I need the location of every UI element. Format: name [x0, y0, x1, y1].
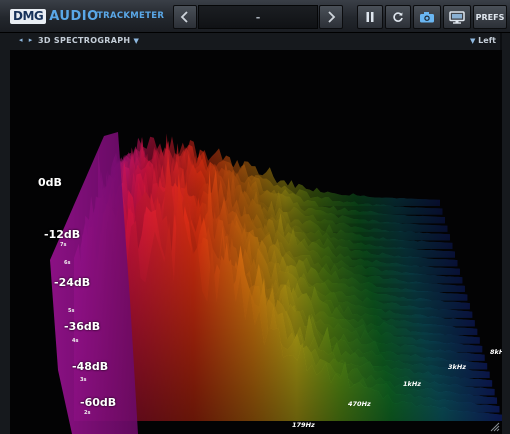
channel-label: Left [478, 36, 496, 45]
dmg-audio-logo: DMG AUDIO [10, 8, 99, 24]
display-button[interactable] [443, 5, 471, 29]
chevron-right-icon [328, 11, 336, 23]
freq-label-179hz: 179Hz [292, 421, 315, 429]
time-label-6s: 6s [64, 260, 71, 266]
snapshot-button[interactable] [413, 5, 441, 29]
right-frame [502, 33, 510, 434]
freq-label-470hz: 470Hz [348, 400, 371, 408]
next-preset-button[interactable] [319, 5, 343, 29]
db-label-36: -36dB [64, 320, 101, 333]
freq-label-3khz: 3kHz [448, 363, 467, 371]
freq-label-1khz: 1kHz [403, 380, 422, 388]
chevron-left-icon [180, 11, 188, 23]
toolbar: DMG AUDIO TRACKMETER - PREFS [0, 0, 510, 33]
db-label-24: -24dB [54, 276, 91, 289]
channel-select[interactable]: ▼ Left [470, 36, 496, 45]
prefs-label: PREFS [475, 12, 505, 22]
db-label-60: -60dB [80, 396, 117, 409]
camera-icon [420, 12, 434, 23]
logo-audio: AUDIO [49, 8, 99, 24]
time-label-4s: 4s [72, 338, 79, 344]
view-mode-label: 3D SPECTROGRAPH [38, 36, 131, 45]
resize-grip-icon[interactable] [488, 420, 500, 432]
logo-dmg: DMG [10, 8, 47, 24]
monitor-icon [449, 10, 465, 24]
view-mode-select[interactable]: 3D SPECTROGRAPH ▼ [38, 36, 139, 45]
time-label-5s: 5s [68, 308, 75, 314]
trackmeter-window: DMG AUDIO TRACKMETER - PREFS ◂ ▸ 3D SPEC… [0, 0, 510, 434]
chevron-down-icon: ▼ [469, 37, 476, 45]
pause-button[interactable] [357, 5, 383, 29]
prefs-button[interactable]: PREFS [473, 5, 507, 29]
view-bar: ◂ ▸ 3D SPECTROGRAPH ▼ ▼ Left [10, 33, 500, 50]
refresh-icon [393, 12, 403, 22]
db-label-12: -12dB [44, 228, 81, 241]
chevron-down-icon: ▼ [133, 37, 140, 45]
previous-preset-button[interactable] [173, 5, 197, 29]
preset-value: - [255, 10, 261, 24]
reset-button[interactable] [385, 5, 411, 29]
view-nav-arrows[interactable]: ◂ ▸ [19, 36, 34, 44]
time-label-7s: 7s [60, 242, 67, 248]
time-label-3s: 3s [80, 377, 87, 383]
db-label-48: -48dB [72, 360, 109, 373]
freq-label-8khz: 8kH [490, 348, 502, 356]
spectrum-slices [74, 133, 502, 421]
spectrograph-display[interactable]: 0dB -12dB -24dB -36dB -48dB -60dB 7s 6s … [10, 50, 502, 434]
left-frame [0, 33, 10, 434]
db-label-0: 0dB [38, 176, 62, 189]
pause-icon [366, 12, 374, 22]
time-label-2s: 2s [84, 410, 91, 416]
preset-display[interactable]: - [198, 5, 318, 29]
product-name: TRACKMETER [97, 11, 165, 21]
